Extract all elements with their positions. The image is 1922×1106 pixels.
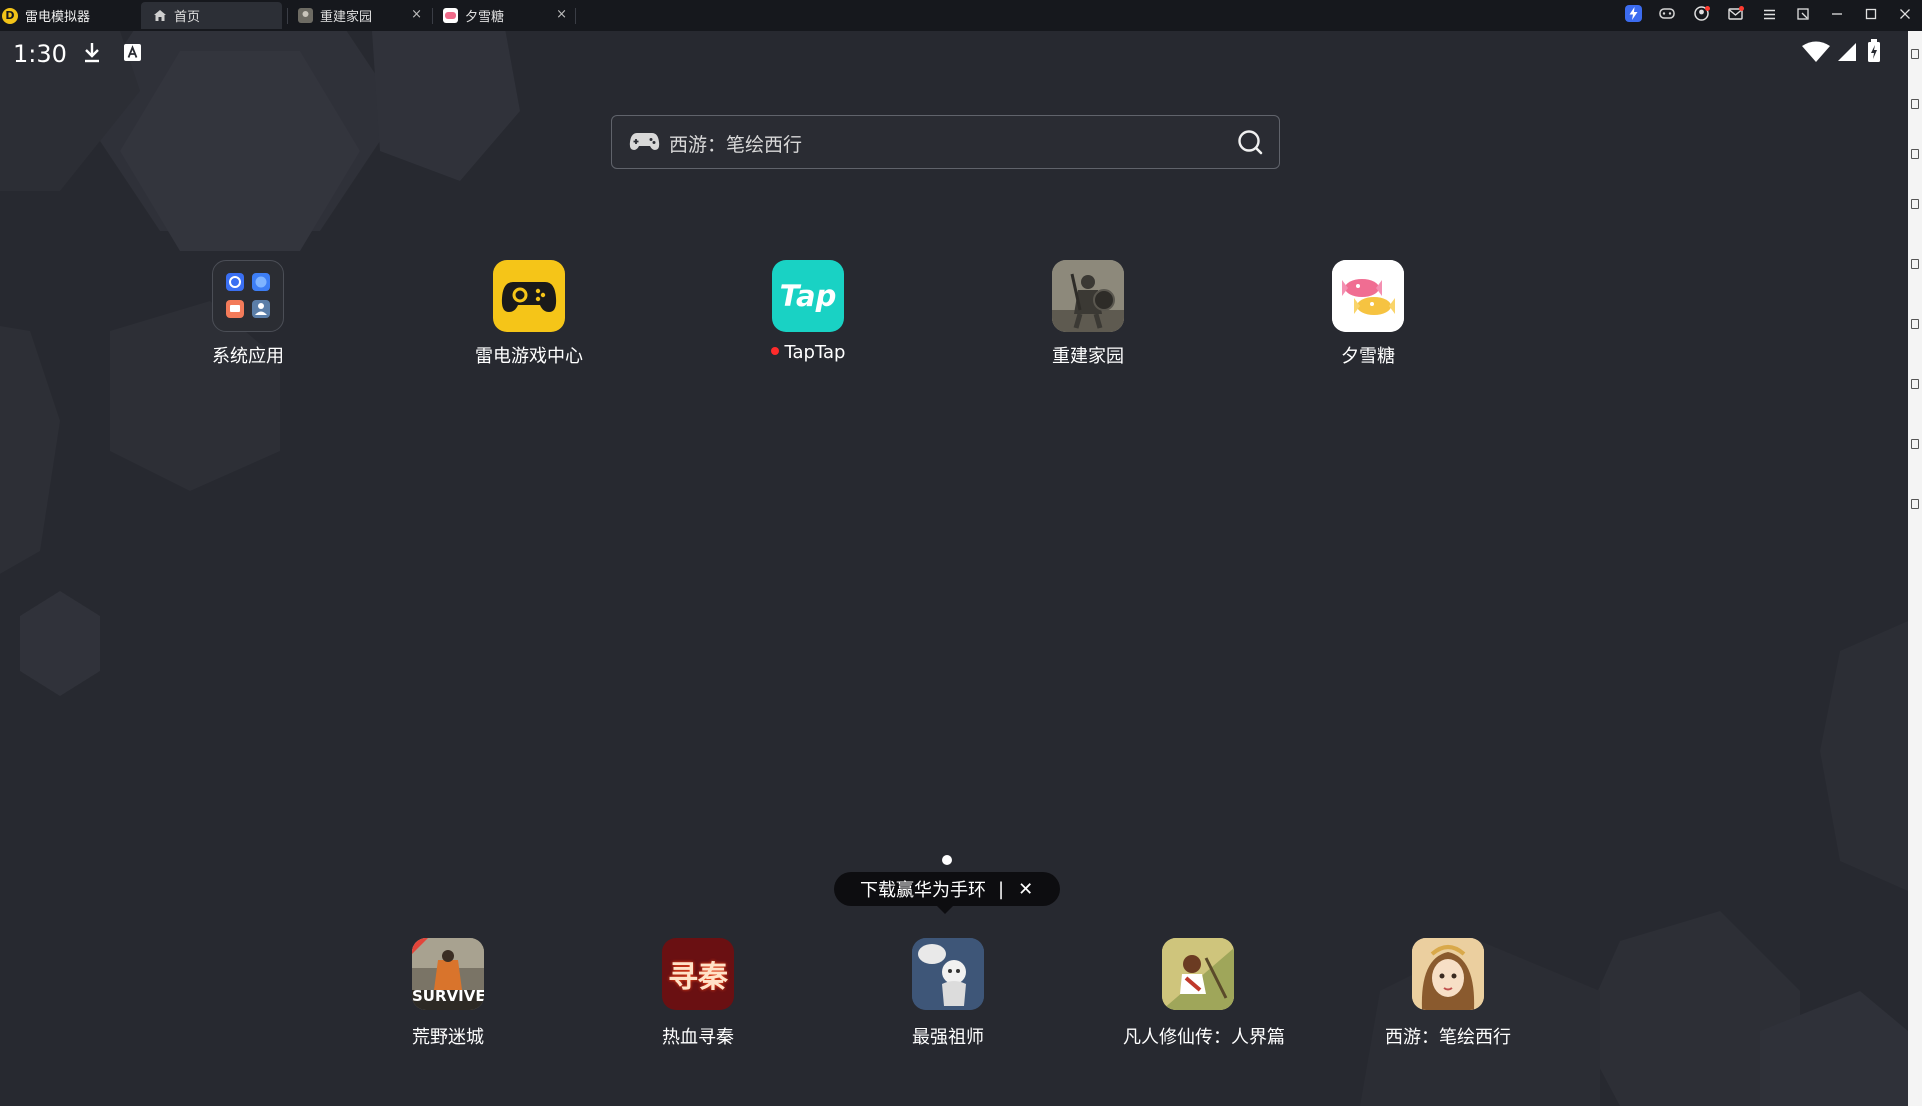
dock-app-fanren-xiuxianzhuan[interactable]: 凡人修仙传：人界篇	[1123, 938, 1285, 1049]
tab-xixuetang[interactable]: 夕雪糖 ×	[432, 2, 573, 29]
close-icon[interactable]: ×	[556, 7, 567, 22]
maximize-button[interactable]	[1854, 0, 1888, 31]
app-label: 夕雪糖	[1341, 346, 1395, 367]
tooltip-close-button[interactable]: ✕	[1018, 879, 1033, 900]
search-bar[interactable]: 西游：笔绘西行	[611, 115, 1280, 169]
dock-app-zuiqiang-zushi[interactable]: 最强祖师	[873, 938, 1023, 1049]
tab-divider	[575, 8, 576, 24]
gamepad-icon	[493, 260, 565, 332]
gamepad-button[interactable]	[1650, 0, 1684, 31]
app-label: 系统应用	[212, 346, 284, 367]
gamepad-icon	[1659, 7, 1675, 24]
download-icon	[82, 42, 102, 68]
minimize-icon	[1831, 8, 1843, 24]
tooltip-text: 下载赢华为手环	[860, 880, 986, 901]
game-icon: 寻秦	[662, 938, 734, 1010]
title-bar: D 雷电模拟器 首页 重建家园 × 夕雪糖 ×	[0, 0, 1922, 31]
side-tool-icon[interactable]	[1911, 439, 1919, 449]
popout-icon	[1797, 7, 1809, 24]
wifi-icon	[1801, 41, 1831, 67]
game-icon-text: 寻秦	[668, 960, 728, 995]
menu-button[interactable]	[1752, 0, 1786, 31]
folder-icon	[212, 260, 284, 332]
taptap-logo-text: Tap	[779, 279, 837, 313]
booster-button[interactable]	[1616, 0, 1650, 31]
app-label: 雷电游戏中心	[475, 346, 583, 367]
signal-icon	[1837, 41, 1857, 66]
warrior-icon	[1052, 260, 1124, 332]
home-icon	[152, 8, 167, 23]
app-brand: D 雷电模拟器	[0, 0, 90, 31]
side-tool-icon[interactable]	[1911, 499, 1919, 509]
side-tool-icon[interactable]	[1911, 379, 1919, 389]
side-tool-icon[interactable]	[1911, 99, 1919, 109]
game-icon	[1412, 938, 1484, 1010]
status-time: 1:30	[13, 40, 67, 68]
app-label: 凡人修仙传：人界篇	[1123, 1027, 1285, 1048]
app-label: 最强祖师	[912, 1027, 984, 1048]
tab-home[interactable]: 首页	[141, 2, 282, 29]
app-leidian-game-center[interactable]: 雷电游戏中心	[454, 260, 604, 368]
lightning-icon	[1624, 5, 1642, 26]
search-query: 西游：笔绘西行	[669, 134, 803, 156]
app-label: 西游：笔绘西行	[1385, 1027, 1511, 1048]
messages-button[interactable]	[1718, 0, 1752, 31]
side-tool-icon[interactable]	[1911, 49, 1919, 59]
game-thumbnail-icon	[443, 8, 458, 23]
menu-icon	[1763, 8, 1776, 24]
tab-label: 重建家园	[320, 10, 373, 25]
tab-chongjian-jiayuan[interactable]: 重建家园 ×	[287, 2, 428, 29]
gamepad-icon	[629, 130, 660, 156]
game-icon	[1162, 938, 1234, 1010]
battery-charging-icon	[1867, 39, 1881, 67]
side-tool-icon[interactable]	[1911, 319, 1919, 329]
ldplayer-logo-icon: D	[2, 7, 18, 24]
app-label-row: TapTap	[733, 342, 883, 363]
new-badge	[770, 347, 779, 355]
app-chongjian-jiayuan[interactable]: 重建家园	[1013, 260, 1163, 368]
close-window-button[interactable]	[1888, 0, 1922, 31]
emulator-side-toolbar	[1908, 31, 1922, 1106]
search-icon[interactable]	[1237, 129, 1263, 159]
notification-dot	[1705, 6, 1710, 11]
close-icon	[1899, 8, 1911, 24]
game-icon: SURVIVE	[412, 938, 484, 1010]
app-name: 雷电模拟器	[25, 10, 91, 25]
side-tool-icon[interactable]	[1911, 259, 1919, 269]
app-label: 重建家园	[1052, 346, 1124, 367]
side-tool-icon[interactable]	[1911, 199, 1919, 209]
dock-app-xiyou-biehui-xixing[interactable]: 西游：笔绘西行	[1373, 938, 1523, 1049]
candy-icon	[1332, 260, 1404, 332]
side-tool-icon[interactable]	[1911, 149, 1919, 159]
restore-layout-button[interactable]	[1786, 0, 1820, 31]
android-home-screen: 1:30 西游：笔绘西行 系统应用 雷电游戏中心 Tap TapTap 重建家园…	[0, 31, 1908, 1106]
dock-app-rexue-xunqin[interactable]: 寻秦 热血寻秦	[623, 938, 773, 1049]
game-icon	[912, 938, 984, 1010]
maximize-icon	[1865, 8, 1877, 24]
app-taptap[interactable]: Tap TapTap	[733, 260, 883, 363]
keyboard-a-icon	[124, 44, 141, 65]
notification-dot	[1739, 6, 1744, 11]
page-indicator-dot	[942, 855, 952, 865]
tooltip-separator: |	[998, 878, 1005, 900]
dock-app-huangye-micheng[interactable]: SURVIVE 荒野迷城	[373, 938, 523, 1049]
close-icon[interactable]: ×	[411, 7, 422, 22]
app-label: 热血寻秦	[662, 1027, 734, 1048]
tab-label: 首页	[174, 10, 201, 25]
minimize-button[interactable]	[1820, 0, 1854, 31]
game-icon-text: SURVIVE	[412, 987, 484, 1005]
promo-tooltip[interactable]: 下载赢华为手环 | ✕	[834, 872, 1060, 914]
app-xixuetang[interactable]: 夕雪糖	[1293, 260, 1443, 368]
app-system-apps[interactable]: 系统应用	[173, 260, 323, 368]
game-thumbnail-icon	[298, 8, 313, 23]
window-toolbar	[1616, 0, 1922, 31]
taptap-icon: Tap	[772, 260, 844, 332]
tab-label: 夕雪糖	[465, 10, 505, 25]
app-label: 荒野迷城	[412, 1027, 484, 1048]
account-button[interactable]	[1684, 0, 1718, 31]
app-label: TapTap	[784, 342, 846, 363]
